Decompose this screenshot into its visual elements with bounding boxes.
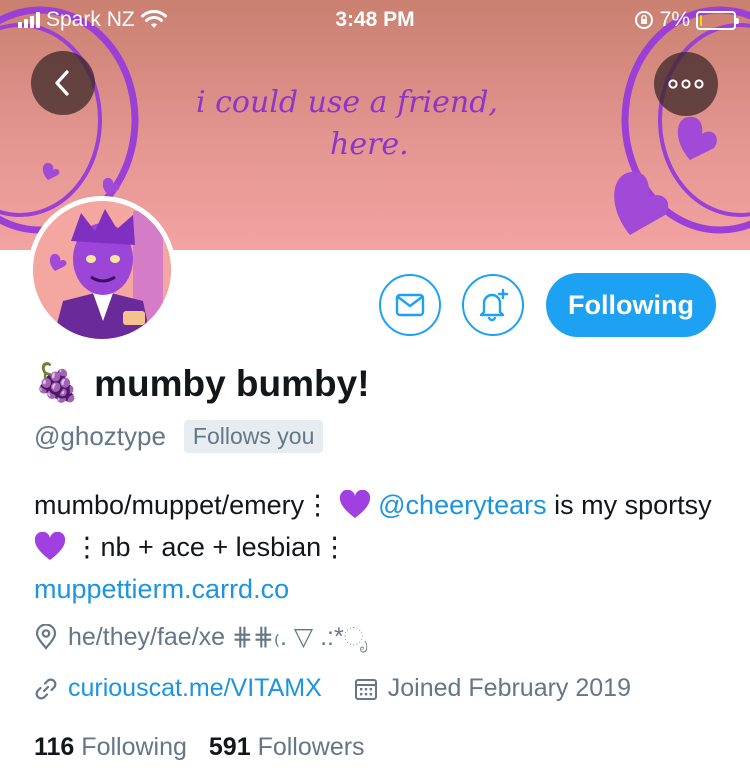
- banner-text-line2: here.: [330, 127, 409, 162]
- grapes-emoji: 🍇: [34, 362, 81, 403]
- link-icon: [35, 678, 57, 699]
- battery-percent: 7%: [659, 8, 690, 31]
- more-icon: [668, 79, 704, 89]
- banner-text-line1: i could use a friend,: [196, 85, 498, 120]
- handle-row: @ghoztype Follows you: [34, 420, 324, 453]
- user-handle: @ghoztype: [34, 421, 166, 451]
- envelope-icon: [395, 293, 425, 317]
- url-joined-row: curiouscat.me/VITAMX Joined February 201…: [34, 674, 631, 703]
- follow-counts: 116 Following 591 Followers: [34, 733, 365, 762]
- follows-you-badge: Follows you: [183, 420, 324, 453]
- following-count-link[interactable]: 116 Following: [34, 733, 187, 762]
- joined-date: Joined February 2019: [354, 674, 631, 703]
- calendar-icon: [354, 678, 377, 700]
- avatar-illustration: [33, 201, 171, 339]
- following-count: 116: [34, 733, 75, 761]
- bell-plus-icon: [479, 288, 509, 322]
- profile-bio: mumbo/muppet/emery⋮ @cheerytears is my s…: [34, 484, 724, 610]
- battery-icon: [696, 10, 739, 30]
- following-label: Following: [81, 733, 187, 761]
- location-text: he/they/fae/xe ⋕⋕₍. ▽ .:*ೃ: [68, 623, 369, 651]
- followers-label: Followers: [257, 733, 365, 761]
- purple-heart-icon: [34, 532, 66, 560]
- notifications-button[interactable]: [462, 274, 524, 336]
- followers-count-link[interactable]: 591 Followers: [209, 733, 365, 762]
- message-button[interactable]: [379, 274, 441, 336]
- status-bar: Spark NZ 3:48 PM 7%: [0, 0, 750, 40]
- joined-text: Joined February 2019: [387, 674, 631, 702]
- display-name-row: 🍇 mumby bumby!: [34, 362, 370, 405]
- avatar[interactable]: [28, 196, 176, 344]
- following-button[interactable]: Following: [546, 273, 716, 337]
- rotation-lock-icon: [634, 11, 653, 29]
- bio-text-1: mumbo/muppet/emery⋮: [34, 490, 332, 520]
- location-row: he/they/fae/xe ⋕⋕₍. ▽ .:*ೃ: [34, 622, 368, 652]
- back-button[interactable]: [31, 51, 95, 115]
- followers-count: 591: [208, 733, 251, 761]
- bio-website-link[interactable]: muppettierm.carrd.co: [34, 574, 289, 604]
- location-icon: [35, 624, 57, 650]
- bio-mention-link[interactable]: @cheerytears: [378, 490, 546, 520]
- bio-text-2: is my sportsy: [546, 490, 712, 520]
- website-link[interactable]: curiouscat.me/VITAMX: [68, 674, 322, 703]
- purple-heart-icon: [339, 490, 370, 518]
- bio-text-3: ⋮nb + ace + lesbian⋮: [73, 532, 349, 562]
- back-arrow-icon: [55, 70, 69, 96]
- more-options-button[interactable]: [654, 52, 718, 116]
- display-name: mumby bumby!: [94, 362, 370, 404]
